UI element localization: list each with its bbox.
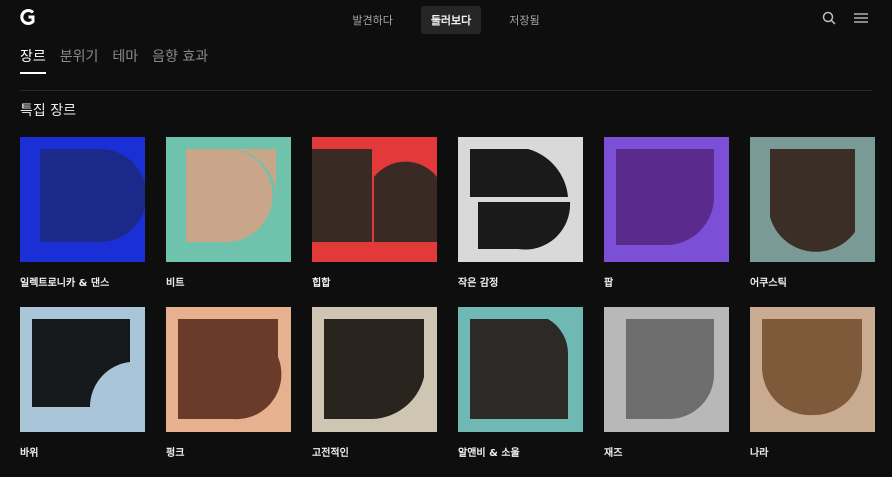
artwork-image	[32, 319, 130, 407]
artwork-image	[178, 319, 282, 420]
artwork-shape	[40, 149, 145, 242]
artwork-image	[626, 319, 715, 420]
artwork-image	[186, 149, 277, 242]
genre-artwork	[604, 137, 729, 262]
genre-artwork	[20, 307, 145, 432]
main-nav: 발견하다 둘러보다 저장됨	[0, 6, 892, 34]
genre-card[interactable]: 비트	[166, 137, 291, 307]
genre-card[interactable]: 팝	[604, 137, 729, 307]
artwork-image	[470, 319, 569, 419]
menu-icon[interactable]	[854, 10, 868, 29]
artwork-shape	[470, 319, 569, 419]
artwork-image	[470, 149, 571, 250]
divider	[20, 90, 872, 91]
genre-artwork	[166, 307, 291, 432]
artwork-image	[312, 149, 437, 242]
artwork-image	[40, 149, 145, 242]
genre-label: 나라	[750, 448, 769, 459]
tab-browse[interactable]: 둘러보다	[420, 6, 482, 34]
tab-discover[interactable]: 발견하다	[342, 6, 402, 34]
subtab-theme[interactable]: 테마	[112, 46, 138, 74]
artwork-shape	[312, 149, 437, 242]
artwork-image	[770, 149, 855, 252]
genre-card[interactable]: 재즈	[604, 307, 729, 477]
genre-artwork	[750, 307, 875, 432]
search-icon[interactable]	[822, 10, 836, 29]
genre-card[interactable]: 작은 감정	[458, 137, 583, 307]
genre-artwork	[604, 307, 729, 432]
genre-artwork	[750, 137, 875, 262]
top-icons	[822, 10, 868, 29]
genre-label: 재즈	[604, 448, 623, 459]
genre-card[interactable]: 일렉트로니카 & 댄스	[20, 137, 145, 307]
subtab-sound-effects[interactable]: 음향 효과	[152, 46, 208, 74]
artwork-shape	[770, 149, 855, 252]
artwork-shape	[616, 149, 714, 245]
genre-card[interactable]: 힙합	[312, 137, 437, 307]
genre-artwork	[458, 307, 583, 432]
genre-label: 펑크	[166, 448, 185, 459]
genre-label: 어쿠스틱	[750, 278, 787, 289]
subtab-genre[interactable]: 장르	[20, 46, 46, 74]
artwork-shape	[626, 319, 715, 420]
artwork-shape	[470, 149, 571, 250]
artwork-image	[616, 149, 714, 245]
genre-artwork	[458, 137, 583, 262]
artwork-image	[761, 319, 862, 416]
artwork-image	[324, 319, 424, 419]
section-title: 특집 장르	[20, 103, 76, 119]
genre-label: 비트	[166, 278, 185, 289]
artwork-shape	[178, 319, 282, 420]
artwork-shape	[186, 149, 277, 242]
genre-card[interactable]: 나라	[750, 307, 875, 477]
genre-label: 고전적인	[312, 448, 349, 459]
genre-label: 알앤비 & 소울	[458, 448, 520, 459]
artwork-shape	[761, 319, 862, 416]
genre-artwork	[312, 307, 437, 432]
subtab-mood[interactable]: 분위기	[60, 46, 99, 74]
top-bar: 발견하다 둘러보다 저장됨	[0, 0, 892, 36]
genre-card[interactable]: 펑크	[166, 307, 291, 477]
artwork-shape	[32, 319, 130, 407]
genre-card[interactable]: 어쿠스틱	[750, 137, 875, 307]
genre-label: 힙합	[312, 278, 331, 289]
genre-label: 팝	[604, 278, 614, 289]
genre-card[interactable]: 바위	[20, 307, 145, 477]
genre-label: 바위	[20, 448, 39, 459]
genre-artwork	[312, 137, 437, 262]
genre-grid: 일렉트로니카 & 댄스 비트 힙합 작은 감정 팝 어쿠스틱 바위 펑크 고전적…	[20, 137, 875, 477]
genre-artwork	[166, 137, 291, 262]
genre-card[interactable]: 알앤비 & 소울	[458, 307, 583, 477]
genre-card[interactable]: 고전적인	[312, 307, 437, 477]
genre-label: 작은 감정	[458, 278, 499, 289]
genre-artwork	[20, 137, 145, 262]
category-tabs: 장르 분위기 테마 음향 효과	[20, 46, 208, 74]
artwork-shape	[324, 319, 424, 419]
genre-label: 일렉트로니카 & 댄스	[20, 278, 110, 289]
tab-saved[interactable]: 저장됨	[499, 6, 549, 34]
